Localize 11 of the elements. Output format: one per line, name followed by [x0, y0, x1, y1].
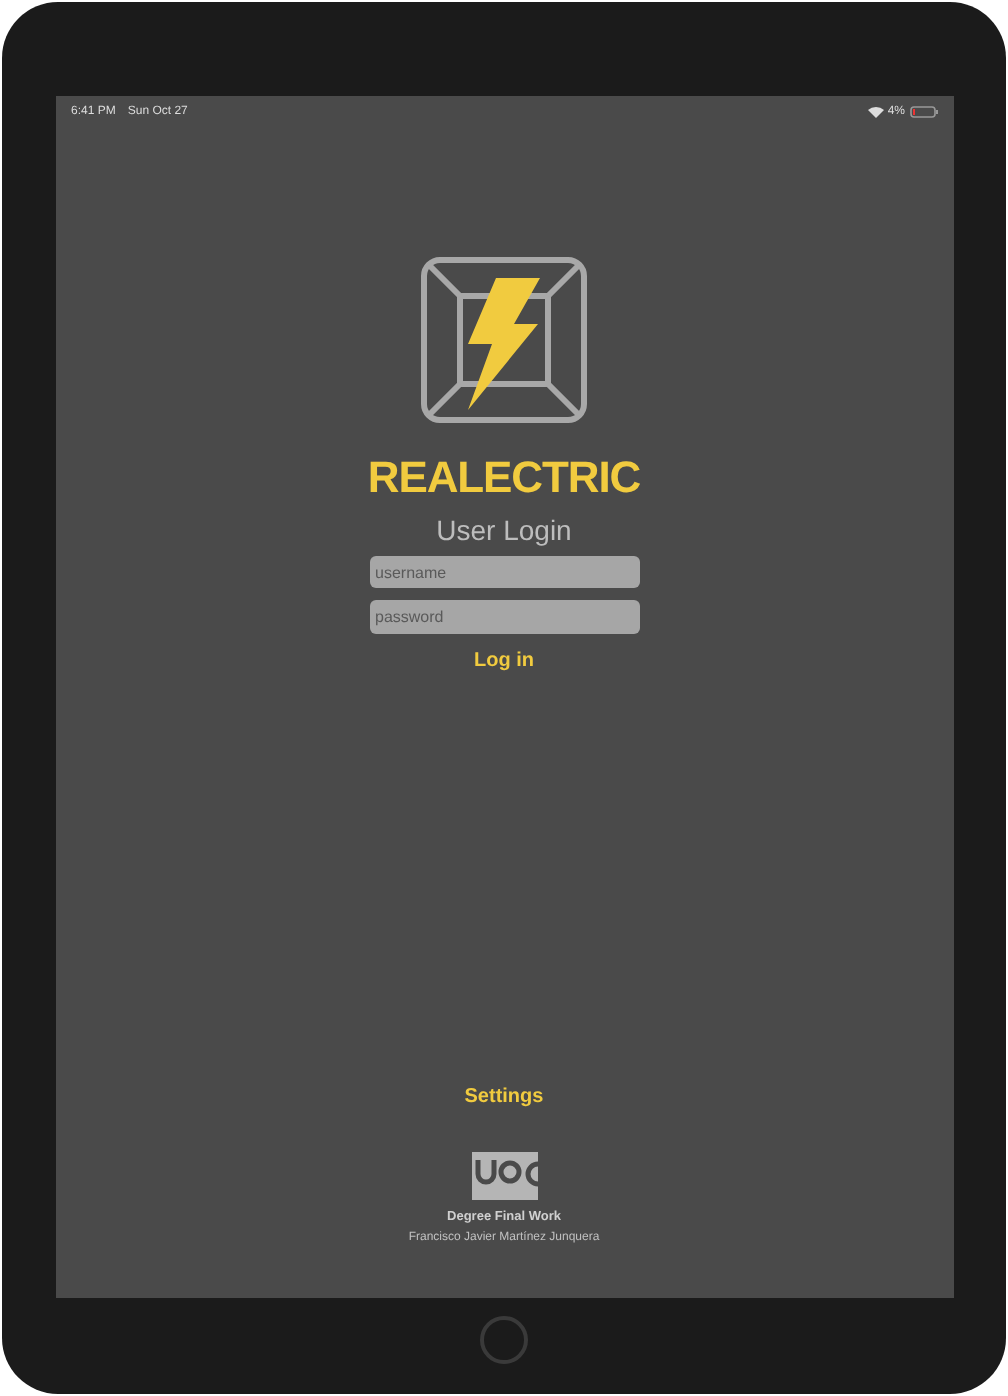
app-title: REALECTRIC: [367, 456, 641, 500]
password-field[interactable]: password: [369, 600, 639, 634]
login-subtitle: User Login: [436, 516, 572, 544]
university-logo-icon: [471, 1152, 537, 1200]
battery-icon: [909, 106, 937, 118]
settings-button[interactable]: Settings: [464, 1082, 544, 1112]
wifi-icon: [867, 106, 884, 118]
login-button[interactable]: Log in: [474, 646, 534, 676]
home-button[interactable]: [480, 1316, 528, 1364]
username-field[interactable]: username: [369, 556, 639, 588]
lightning-cube-logo-icon: [420, 256, 588, 424]
